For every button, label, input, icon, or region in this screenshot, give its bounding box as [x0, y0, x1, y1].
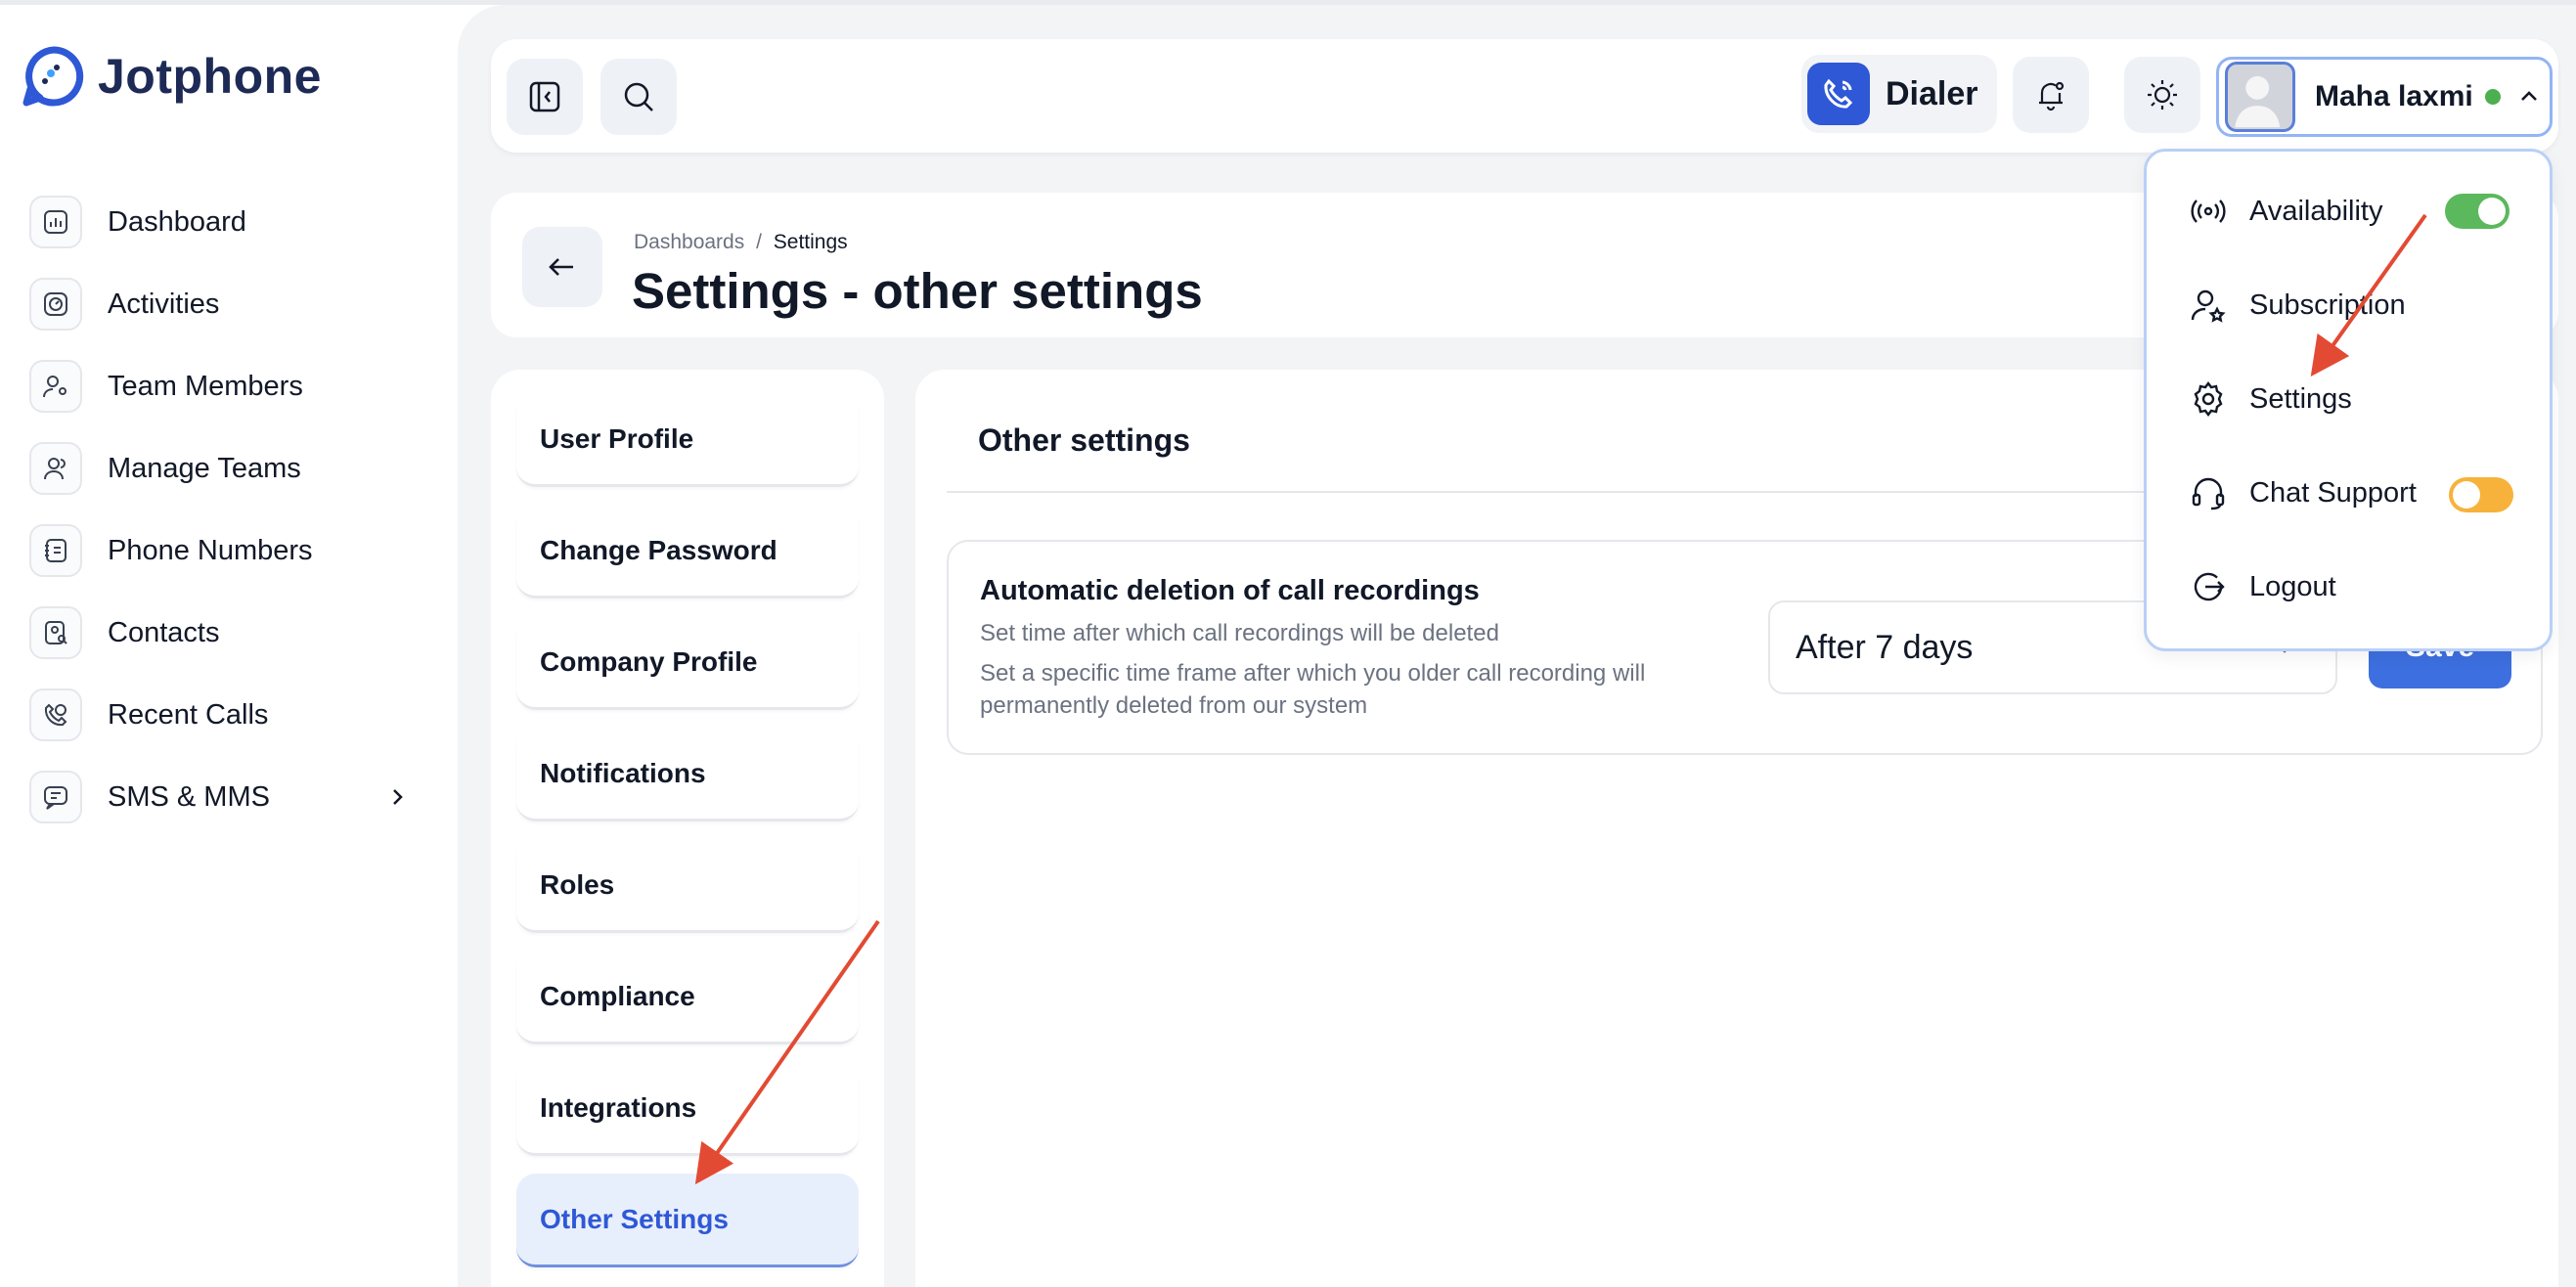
user-star-icon — [2191, 289, 2226, 323]
dropdown-item-settings[interactable]: Settings — [2189, 370, 2352, 428]
dropdown-label: Availability — [2249, 195, 2383, 227]
sidebar-item-contacts[interactable]: Contacts — [29, 592, 430, 674]
online-status-dot — [2484, 89, 2501, 105]
user-gear-icon — [29, 360, 82, 413]
breadcrumb-root[interactable]: Dashboards — [634, 231, 744, 253]
dropdown-item-chat-support[interactable]: Chat Support — [2189, 464, 2417, 522]
dropdown-item-subscription[interactable]: Subscription — [2189, 276, 2406, 334]
settings-menu-notifications[interactable]: Notifications — [516, 728, 859, 821]
dropdown-item-logout[interactable]: Logout — [2189, 557, 2336, 616]
toggle-knob — [2478, 198, 2506, 225]
breadcrumb: Dashboards / Settings — [634, 231, 848, 254]
sun-icon — [2148, 80, 2177, 110]
avatar — [2225, 62, 2295, 132]
setting-subtitle: Set time after which call recordings wil… — [980, 620, 1499, 646]
headset-icon — [2192, 477, 2225, 510]
availability-toggle[interactable] — [2445, 194, 2509, 229]
sidebar-item-label: Recent Calls — [108, 698, 269, 731]
theme-toggle-button[interactable] — [2124, 57, 2200, 133]
sidebar-item-sms-mms[interactable]: SMS & MMS — [29, 756, 430, 838]
dropdown-label: Settings — [2249, 382, 2352, 415]
brand-name: Jotphone — [98, 49, 322, 104]
chevron-up-icon — [2520, 91, 2537, 101]
dropdown-item-availability[interactable]: Availability — [2189, 182, 2382, 241]
bell-icon — [2039, 81, 2065, 111]
sidebar-item-label: Phone Numbers — [108, 534, 313, 566]
activity-icon — [29, 278, 82, 331]
settings-menu-roles[interactable]: Roles — [516, 839, 859, 933]
settings-menu-user-profile[interactable]: User Profile — [516, 393, 859, 487]
broadcast-icon — [2191, 200, 2226, 223]
settings-menu-compliance[interactable]: Compliance — [516, 951, 859, 1044]
settings-menu-company-profile[interactable]: Company Profile — [516, 616, 859, 710]
sidebar-item-manage-teams[interactable]: Manage Teams — [29, 427, 430, 510]
sidebar-item-label: Contacts — [108, 616, 220, 648]
dropdown-label: Chat Support — [2249, 476, 2417, 509]
phone-history-icon — [29, 688, 82, 741]
contact-search-icon — [29, 606, 82, 659]
sidebar-item-label: SMS & MMS — [108, 780, 270, 813]
dropdown-label: Subscription — [2249, 288, 2406, 321]
settings-menu-other-settings[interactable]: Other Settings — [516, 1174, 859, 1267]
chevron-right-icon[interactable] — [383, 783, 411, 811]
dropdown-label: Logout — [2249, 570, 2336, 602]
dialer-label: Dialer — [1886, 74, 1978, 112]
sidebar-item-label: Manage Teams — [108, 452, 301, 484]
logout-icon — [2194, 572, 2225, 601]
sidebar-item-label: Team Members — [108, 370, 303, 402]
toggle-knob — [2453, 481, 2480, 509]
sidebar-item-team-members[interactable]: Team Members — [29, 345, 430, 427]
search-icon — [624, 82, 653, 111]
phone-book-icon — [29, 524, 82, 577]
page-title: Settings - other settings — [632, 263, 1203, 319]
settings-menu-change-password[interactable]: Change Password — [516, 505, 859, 599]
setting-title: Automatic deletion of call recordings — [980, 575, 1480, 606]
sidebar-item-activities[interactable]: Activities — [29, 263, 430, 345]
sidebar-item-recent-calls[interactable]: Recent Calls — [29, 674, 430, 756]
chart-icon — [29, 196, 82, 248]
user-menu-button[interactable]: Maha laxmi — [2216, 57, 2553, 137]
breadcrumb-separator: / — [756, 231, 762, 253]
notifications-button[interactable] — [2013, 57, 2089, 133]
user-name: Maha laxmi — [2315, 80, 2473, 112]
users-icon — [29, 442, 82, 495]
collapse-sidebar-button[interactable] — [507, 59, 583, 135]
jotphone-logo-icon — [22, 46, 84, 107]
breadcrumb-current: Settings — [773, 231, 848, 253]
back-button[interactable] — [522, 227, 602, 307]
select-value: After 7 days — [1796, 628, 1974, 666]
gear-icon — [2194, 381, 2223, 417]
sidebar: Jotphone Dashboard Activities Team Membe… — [0, 5, 458, 1287]
sidebar-collapse-icon — [529, 81, 560, 112]
sidebar-item-dashboard[interactable]: Dashboard — [29, 181, 430, 263]
sidebar-nav: Dashboard Activities Team Members Manage… — [29, 181, 430, 838]
sidebar-item-label: Dashboard — [108, 205, 246, 238]
phone-call-icon — [1807, 63, 1870, 125]
sidebar-item-label: Activities — [108, 288, 220, 320]
brand-logo[interactable]: Jotphone — [22, 44, 322, 109]
chat-support-toggle[interactable] — [2449, 477, 2513, 512]
setting-description: Set a specific time frame after which yo… — [980, 660, 1646, 719]
sidebar-item-phone-numbers[interactable]: Phone Numbers — [29, 510, 430, 592]
arrow-left-icon — [549, 258, 573, 276]
search-button[interactable] — [600, 59, 677, 135]
message-icon — [29, 771, 82, 823]
section-title: Other settings — [978, 422, 1190, 458]
settings-menu-integrations[interactable]: Integrations — [516, 1062, 859, 1156]
dialer-button[interactable]: Dialer — [1801, 55, 1997, 133]
